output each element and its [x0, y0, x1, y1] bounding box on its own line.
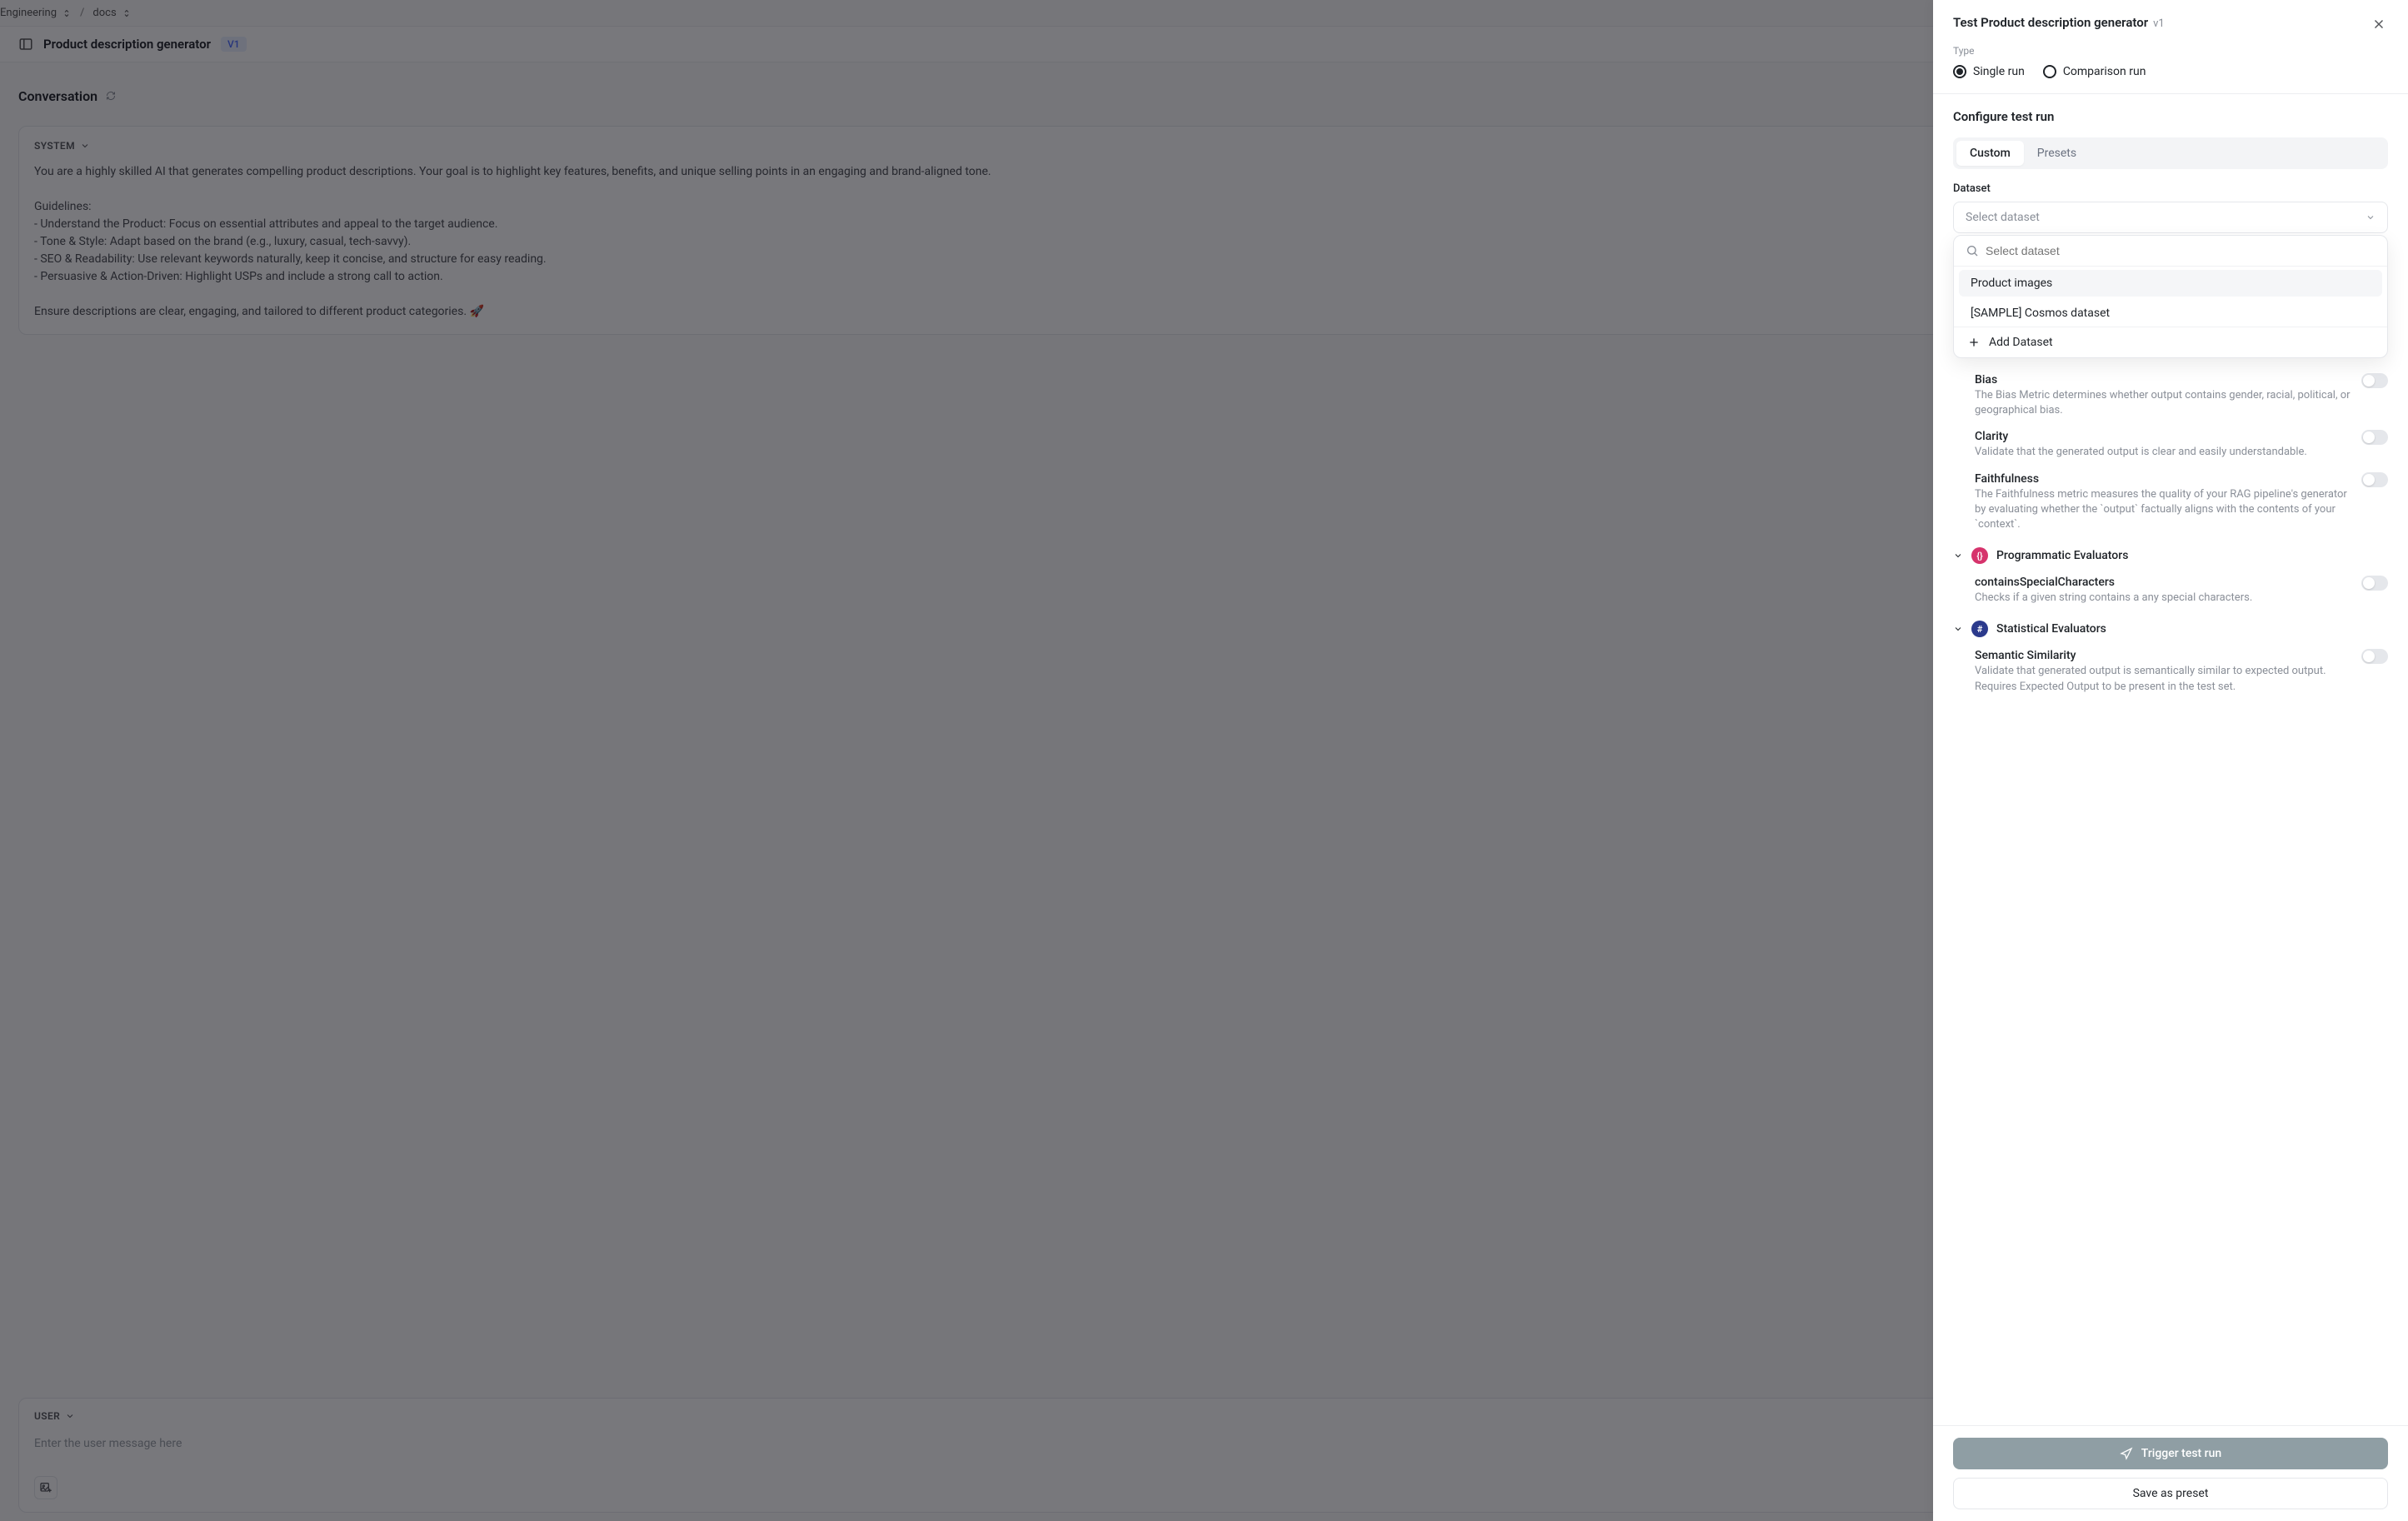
group-label: Statistical Evaluators: [1996, 622, 2106, 636]
evaluator-name: Semantic Similarity: [1975, 649, 2351, 662]
radio-comparison-run[interactable]: Comparison run: [2043, 65, 2146, 78]
evaluator-name: Bias: [1975, 373, 2351, 386]
dataset-search[interactable]: [1954, 236, 2387, 267]
add-dataset-label: Add Dataset: [1989, 336, 2053, 349]
chevron-down-icon: [1953, 551, 1963, 561]
evaluator-bias: Bias The Bias Metric determines whether …: [1975, 373, 2388, 418]
evaluator-toggle[interactable]: [2361, 649, 2388, 664]
evaluator-faithfulness: Faithfulness The Faithfulness metric mea…: [1975, 472, 2388, 533]
evaluator-desc: Validate that generated output is semant…: [1975, 664, 2351, 694]
test-run-panel: Test Product description generator v1 Ty…: [1933, 0, 2408, 1521]
evaluator-name: Faithfulness: [1975, 472, 2351, 486]
chevron-down-icon: [1953, 624, 1963, 634]
evaluator-group-programmatic[interactable]: {} Programmatic Evaluators: [1953, 547, 2388, 564]
send-icon: [2120, 1447, 2133, 1460]
programmatic-badge-icon: {}: [1971, 547, 1988, 564]
trigger-test-run-button[interactable]: Trigger test run: [1953, 1438, 2388, 1469]
plus-icon: [1967, 336, 1981, 349]
search-icon: [1966, 244, 1979, 257]
evaluator-name: containsSpecialCharacters: [1975, 576, 2252, 589]
evaluator-toggle[interactable]: [2361, 373, 2388, 388]
dataset-option-product-images[interactable]: Product images: [1959, 270, 2382, 297]
evaluator-toggle[interactable]: [2361, 430, 2388, 445]
panel-version: v1: [2153, 17, 2165, 30]
radio-unchecked-icon: [2043, 65, 2056, 78]
evaluator-toggle[interactable]: [2361, 472, 2388, 487]
dataset-dropdown: Product images [SAMPLE] Cosmos dataset A…: [1953, 235, 2388, 358]
add-dataset-button[interactable]: Add Dataset: [1954, 327, 2387, 357]
evaluator-desc: Validate that the generated output is cl…: [1975, 445, 2307, 460]
panel-title: Test Product description generator: [1953, 15, 2148, 30]
evaluator-desc: The Bias Metric determines whether outpu…: [1975, 388, 2351, 418]
tab-presets[interactable]: Presets: [2024, 141, 2090, 166]
statistical-badge-icon: #: [1971, 621, 1988, 637]
evaluator-clarity: Clarity Validate that the generated outp…: [1975, 430, 2388, 460]
save-as-preset-button[interactable]: Save as preset: [1953, 1478, 2388, 1509]
radio-label: Comparison run: [2063, 65, 2146, 78]
evaluator-toggle[interactable]: [2361, 576, 2388, 591]
configure-heading: Configure test run: [1953, 109, 2388, 124]
radio-checked-icon: [1953, 65, 1966, 78]
chevron-down-icon: [2366, 212, 2376, 222]
dataset-option-cosmos[interactable]: [SAMPLE] Cosmos dataset: [1959, 300, 2382, 327]
evaluator-desc: Checks if a given string contains a any …: [1975, 591, 2252, 606]
group-label: Programmatic Evaluators: [1996, 549, 2128, 562]
config-tabs: Custom Presets: [1953, 137, 2388, 169]
radio-label: Single run: [1973, 65, 2025, 78]
evaluator-semantic: Semantic Similarity Validate that genera…: [1975, 649, 2388, 694]
evaluator-name: Clarity: [1975, 430, 2307, 443]
trigger-label: Trigger test run: [2141, 1447, 2221, 1460]
evaluator-group-statistical[interactable]: # Statistical Evaluators: [1953, 621, 2388, 637]
type-label: Type: [1953, 45, 2388, 57]
dataset-select-placeholder: Select dataset: [1966, 211, 2040, 224]
dataset-search-input[interactable]: [1986, 244, 2376, 257]
radio-single-run[interactable]: Single run: [1953, 65, 2025, 78]
close-button[interactable]: [2370, 15, 2388, 33]
evaluator-contains-special: containsSpecialCharacters Checks if a gi…: [1975, 576, 2388, 606]
dataset-label: Dataset: [1953, 182, 2388, 195]
dataset-select-trigger[interactable]: Select dataset: [1953, 202, 2388, 233]
tab-custom[interactable]: Custom: [1956, 141, 2024, 166]
evaluator-desc: The Faithfulness metric measures the qua…: [1975, 487, 2351, 533]
